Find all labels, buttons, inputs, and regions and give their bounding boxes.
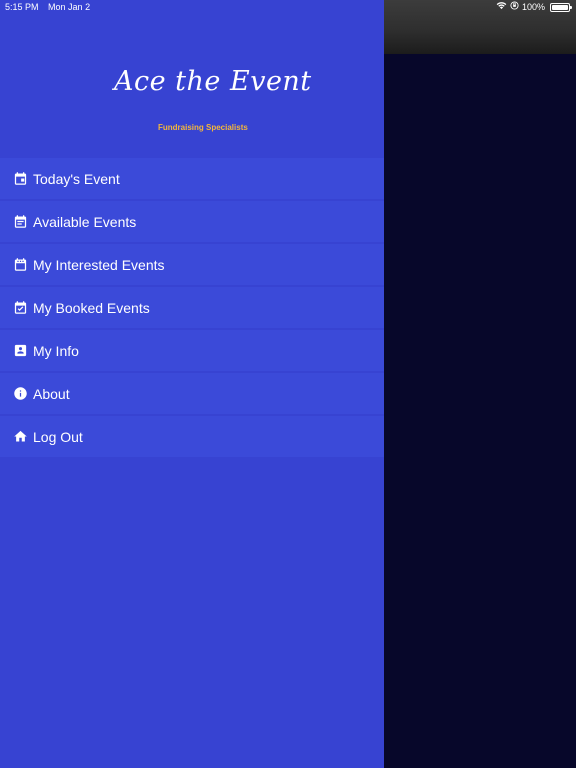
menu-label: My Booked Events	[33, 299, 150, 316]
status-right: 100%	[496, 0, 572, 14]
menu-label: Available Events	[33, 213, 137, 230]
brand-logo: Ace the Event Fundraising Specialists	[110, 62, 311, 138]
calendar-list-icon	[12, 214, 28, 230]
dimmed-backdrop[interactable]	[384, 0, 576, 768]
menu-label: Today's Event	[33, 170, 120, 187]
menu-item-log-out[interactable]: Log Out	[0, 416, 384, 457]
wifi-icon	[496, 0, 507, 14]
menu-label: About	[33, 385, 70, 402]
menu-item-available-events[interactable]: Available Events	[0, 201, 384, 242]
drawer-menu: Today's Event Available Events My Intere…	[0, 158, 384, 459]
calendar-today-icon	[12, 171, 28, 187]
contact-file-icon	[12, 343, 28, 359]
calendar-dots-icon	[12, 257, 28, 273]
logo-wordmark: Ace the Event	[114, 66, 312, 97]
menu-item-my-interested-events[interactable]: My Interested Events	[0, 244, 384, 285]
battery-icon	[550, 2, 572, 12]
status-date: Mon Jan 2	[48, 2, 91, 12]
app-screen: 5:15 PM Mon Jan 2 100% Ace the Event Fun…	[0, 0, 576, 768]
menu-label: My Info	[33, 342, 79, 359]
home-icon	[12, 429, 28, 445]
battery-percent: 100%	[521, 2, 545, 12]
menu-item-my-info[interactable]: My Info	[0, 330, 384, 371]
navigation-drawer: Ace the Event Fundraising Specialists To…	[0, 0, 384, 768]
menu-label: Log Out	[33, 428, 83, 445]
status-left: 5:15 PM Mon Jan 2	[5, 0, 97, 14]
menu-label: My Interested Events	[33, 256, 165, 273]
menu-item-todays-event[interactable]: Today's Event	[0, 158, 384, 199]
logo-tagline: Fundraising Specialists	[158, 123, 248, 132]
menu-item-about[interactable]: About	[0, 373, 384, 414]
status-time: 5:15 PM	[5, 2, 39, 12]
info-icon	[12, 386, 28, 402]
menu-item-my-booked-events[interactable]: My Booked Events	[0, 287, 384, 328]
orientation-lock-icon	[510, 0, 519, 14]
status-bar: 5:15 PM Mon Jan 2 100%	[0, 0, 576, 14]
calendar-check-icon	[12, 300, 28, 316]
